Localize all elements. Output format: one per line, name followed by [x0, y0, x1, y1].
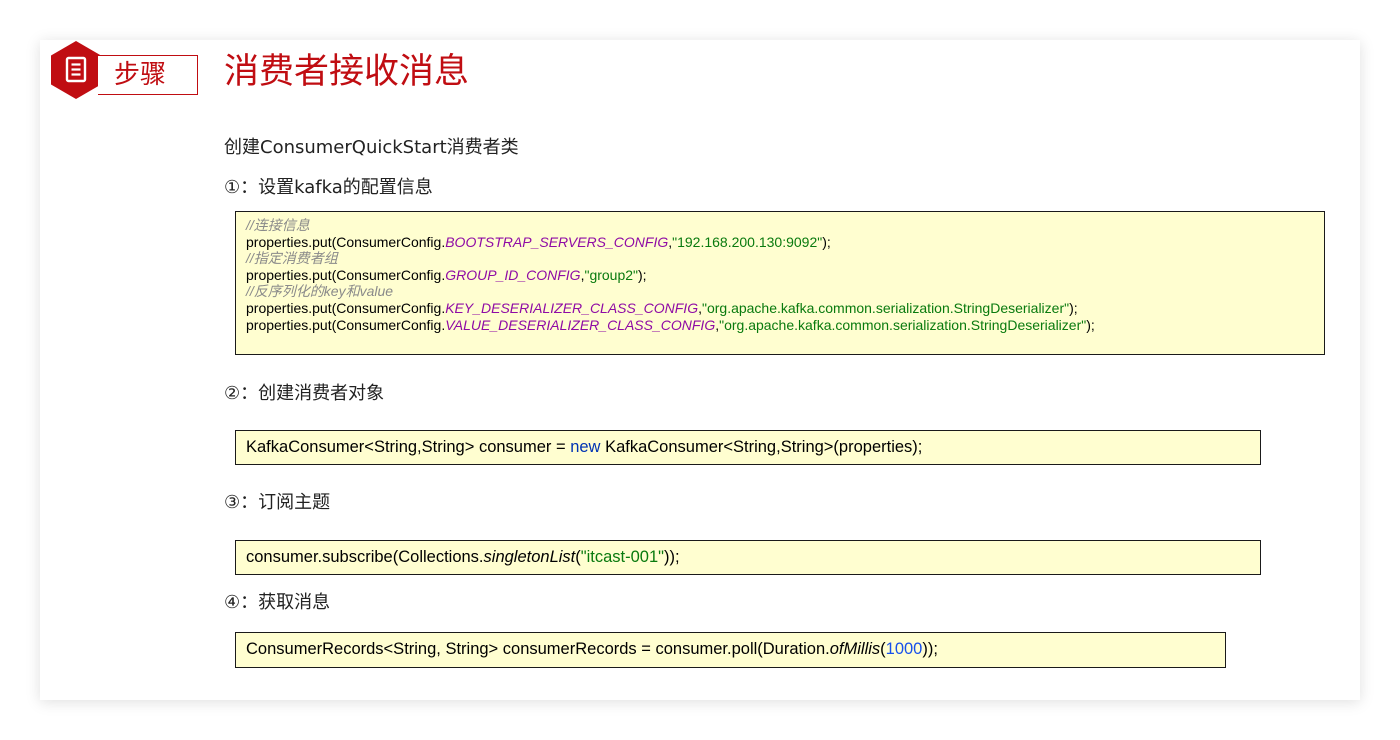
- step-3-heading: ③：订阅主题: [224, 492, 331, 513]
- step-2-heading: ②：创建消费者对象: [224, 383, 385, 404]
- code-line: properties.put(ConsumerConfig.BOOTSTRAP_…: [246, 233, 831, 250]
- intro-text: 创建ConsumerQuickStart消费者类: [224, 137, 519, 158]
- code-line: ConsumerRecords<String, String> consumer…: [246, 640, 938, 658]
- step-1-heading: ①：设置kafka的配置信息: [224, 177, 433, 198]
- code-block-config: //连接信息 properties.put(ConsumerConfig.BOO…: [235, 211, 1325, 355]
- page-title: 消费者接收消息: [224, 52, 470, 92]
- code-line: KafkaConsumer<String,String> consumer = …: [246, 438, 923, 456]
- code-comment: //反序列化的key和value: [246, 283, 394, 300]
- step-4-heading: ④：获取消息: [224, 592, 331, 613]
- code-block-subscribe: consumer.subscribe(Collections.singleton…: [235, 540, 1261, 575]
- code-line: properties.put(ConsumerConfig.VALUE_DESE…: [246, 316, 1095, 333]
- code-comment: //指定消费者组: [246, 250, 338, 267]
- code-line: properties.put(ConsumerConfig.GROUP_ID_C…: [246, 266, 647, 283]
- code-block-create-consumer: KafkaConsumer<String,String> consumer = …: [235, 430, 1261, 465]
- code-line: properties.put(ConsumerConfig.KEY_DESERI…: [246, 299, 1078, 316]
- code-block-poll: ConsumerRecords<String, String> consumer…: [235, 632, 1226, 668]
- slide: 步骤 消费者接收消息 创建ConsumerQuickStart消费者类 ①：设置…: [40, 40, 1360, 700]
- document-icon: [51, 41, 101, 99]
- step-tag-label: 步骤: [114, 60, 167, 90]
- code-comment: //连接信息: [246, 217, 310, 233]
- code-line: consumer.subscribe(Collections.singleton…: [246, 548, 680, 566]
